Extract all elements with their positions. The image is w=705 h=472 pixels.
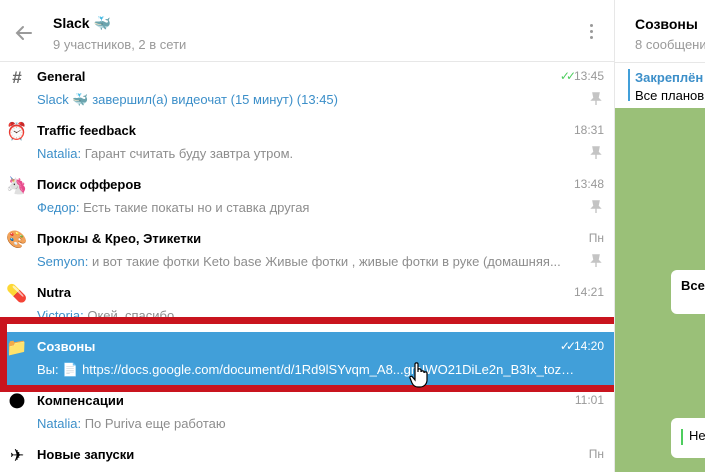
pin-icon [590,92,602,105]
pin-icon [590,200,602,213]
pin-icon [590,146,602,159]
chat-sender: Natalia: [37,416,82,431]
chat-time: 14:21 [573,285,604,299]
chat-title: Slack 🐳 [53,15,111,31]
chat-time: 11:01 [574,393,604,407]
chat-preview-text: Есть такие покаты но и ставка другая [83,200,310,215]
chat-item-kompensacii[interactable]: 🌑 Компенсации 11:01 Natalia: По Puriva е… [0,386,614,440]
chat-list-panel: Slack 🐳 9 участников, 2 в сети # General… [0,0,614,472]
alarm-clock-icon: ⏰ [6,122,28,141]
chat-time: 13:45 [573,69,604,83]
chat-preview-text: завершил(а) видеочат (15 минут) (13:45) [92,92,338,107]
chat-sender: Федор: [37,200,80,215]
hand-cursor-icon [409,362,428,388]
open-chat-title: Созвоны [635,16,698,32]
chat-item-traffic-feedback[interactable]: ⏰ Traffic feedback 18:31 Natalia: Гарант… [0,116,614,170]
read-ticks-icon: ✓✓ [559,69,576,83]
pinned-text: Все планов [635,88,705,103]
chat-item-prokly-kreo[interactable]: 🎨 Проклы & Крео, Этикетки Пн Semyon: и в… [0,224,614,278]
chat-time: Пн [588,447,604,461]
chat-item-novye-zapuski[interactable]: ✈ Новые запуски Пн [0,440,614,472]
chat-name: Новые запуски [37,447,135,462]
chat-name: Nutra [37,285,71,300]
airplane-icon: ✈ [9,446,25,465]
chat-list: # General ✓✓ 13:45 Slack 🐳 завершил(а) в… [0,62,614,472]
pinned-message-bar[interactable]: Закреплён Все планов [615,62,705,106]
quote-bar [681,428,683,445]
chat-preview: Natalia: По Puriva еще работаю [37,416,577,431]
chat-preview: Slack 🐳 завершил(а) видеочат (15 минут) … [37,92,577,108]
chat-subtitle: 9 участников, 2 в сети [53,37,187,52]
more-options-icon[interactable] [584,24,598,44]
pin-icon [590,254,602,267]
back-arrow-icon[interactable] [13,22,35,44]
chat-name: Проклы & Крео, Этикетки [37,231,202,246]
chat-preview: Федор: Есть такие покаты но и ставка дру… [37,200,577,215]
chat-view-panel: Созвоны 8 сообщени Закреплён Все планов … [614,0,705,472]
chat-sender: Semyon: [37,254,89,269]
chat-time: Пн [588,231,604,245]
chat-name: Поиск офферов [37,177,142,192]
hash-icon: # [12,68,22,87]
message-text: Не [689,428,705,443]
chat-sender: Slack 🐳 [37,92,89,107]
open-chat-subtitle: 8 сообщени [635,37,705,52]
chat-name: Traffic feedback [37,123,136,138]
palette-icon: 🎨 [6,230,28,249]
chat-preview-text: По Puriva еще работаю [84,416,226,431]
pinned-label: Закреплён [635,70,704,85]
chat-preview: Semyon: и вот такие фотки Keto base Живы… [37,254,577,269]
chat-name: General [37,69,86,84]
message-bubble: Все [671,270,705,314]
globe-icon: 🌑 [8,392,26,411]
chat-preview-text: и вот такие фотки Keto base Живые фотки … [91,254,561,269]
pill-icon: 💊 [6,284,28,303]
chat-time: 13:48 [573,177,604,191]
message-bubble: Не [671,418,705,458]
chat-preview-text: Гарант считать буду завтра утром. [84,146,294,161]
chat-item-general[interactable]: # General ✓✓ 13:45 Slack 🐳 завершил(а) в… [0,62,614,116]
chat-time: 18:31 [573,123,604,137]
chat-name: Компенсации [37,393,124,408]
chat-header: Slack 🐳 9 участников, 2 в сети [0,0,614,62]
unicorn-icon: 🦄 [6,176,28,195]
chat-preview: Natalia: Гарант считать буду завтра утро… [37,146,577,161]
highlight-annotation-box [0,317,614,392]
pinned-accent-bar [628,69,630,101]
chat-item-offer-search[interactable]: 🦄 Поиск офферов 13:48 Федор: Есть такие … [0,170,614,224]
chat-sender: Natalia: [37,146,82,161]
